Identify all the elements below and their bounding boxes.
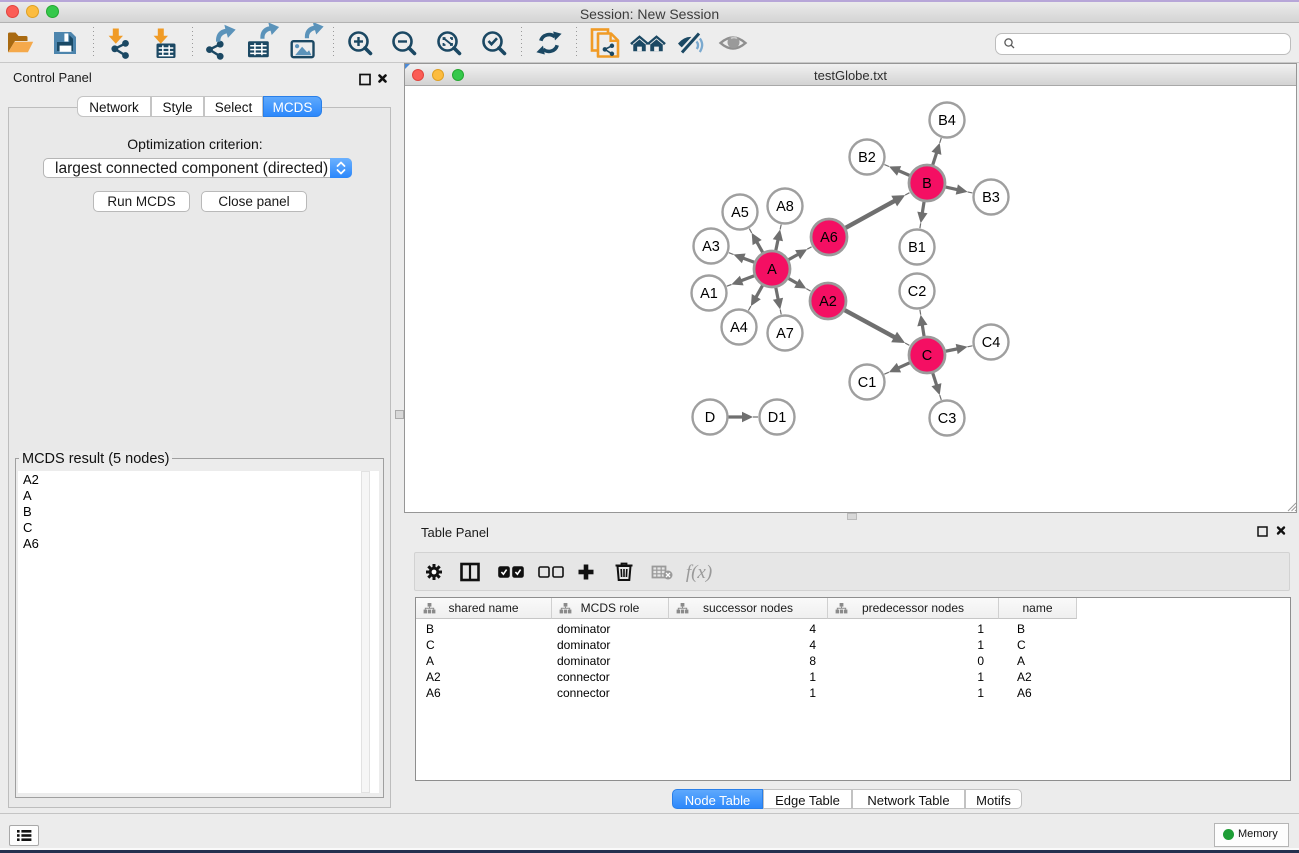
svg-text:A2: A2: [819, 294, 837, 310]
svg-text:B2: B2: [858, 150, 876, 166]
svg-text:D1: D1: [768, 410, 787, 426]
svg-text:D: D: [705, 410, 715, 426]
svg-text:C4: C4: [982, 335, 1001, 351]
svg-text:B1: B1: [908, 240, 926, 256]
svg-text:A6: A6: [820, 230, 838, 246]
svg-text:A5: A5: [731, 205, 749, 221]
svg-text:C3: C3: [938, 411, 957, 427]
svg-text:A3: A3: [702, 239, 720, 255]
svg-text:B3: B3: [982, 190, 1000, 206]
svg-text:C1: C1: [858, 375, 877, 391]
svg-text:B: B: [922, 176, 932, 192]
svg-text:A7: A7: [776, 326, 794, 342]
svg-text:A8: A8: [776, 199, 794, 215]
svg-text:B4: B4: [938, 113, 956, 129]
svg-text:C: C: [922, 348, 932, 364]
svg-text:A: A: [767, 262, 777, 278]
svg-text:f(x): f(x): [686, 562, 712, 583]
svg-text:C2: C2: [908, 284, 927, 300]
svg-text:A1: A1: [700, 286, 718, 302]
svg-text:A4: A4: [730, 320, 748, 336]
